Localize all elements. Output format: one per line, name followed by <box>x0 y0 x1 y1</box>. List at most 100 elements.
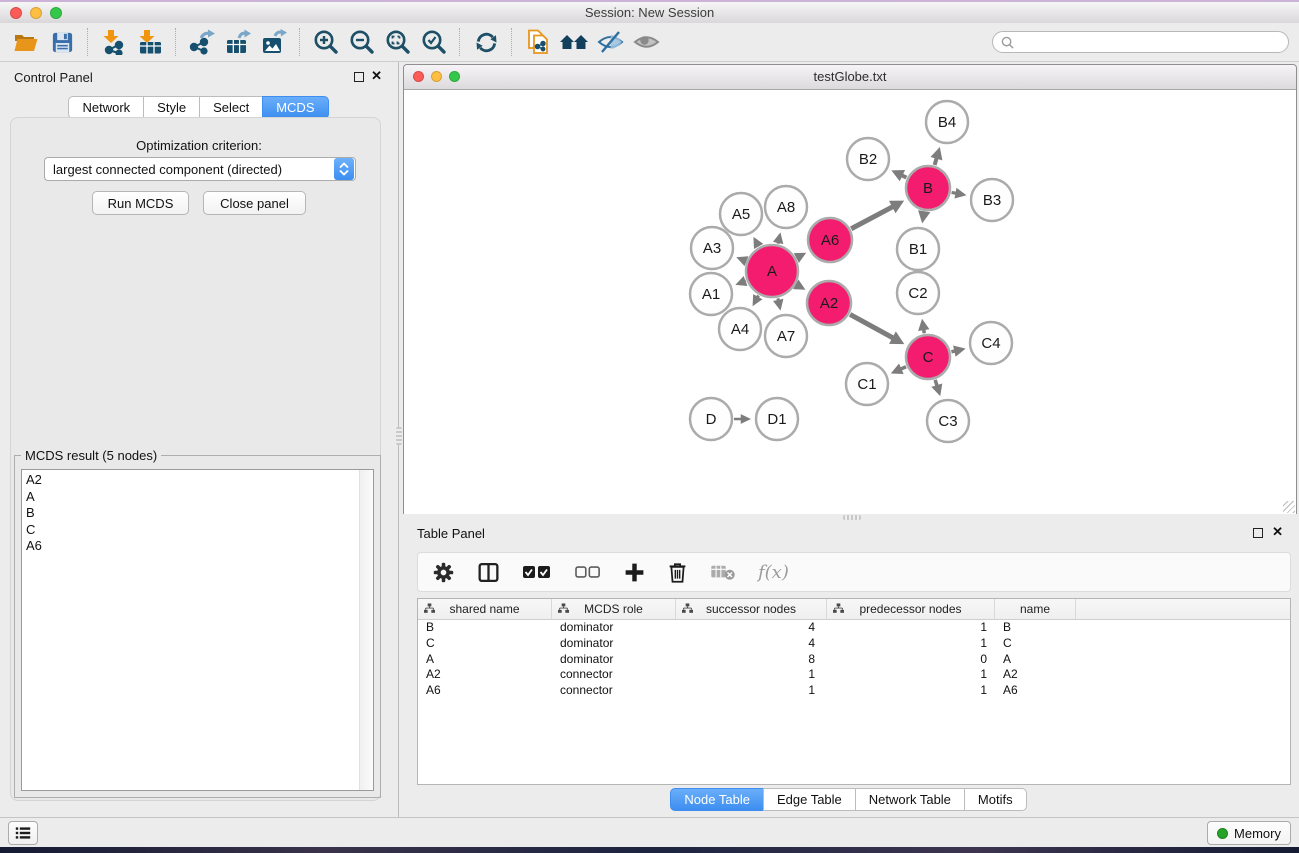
table-cell[interactable]: A6 <box>418 683 552 699</box>
table-row[interactable]: Cdominator41C <box>418 636 1290 652</box>
table-cell[interactable]: 4 <box>676 620 827 636</box>
column-header-name[interactable]: name <box>995 599 1076 619</box>
table-cell[interactable]: 8 <box>676 652 827 668</box>
clone-network-button[interactable] <box>520 26 556 58</box>
table-cell[interactable]: 0 <box>827 652 995 668</box>
table-cell[interactable]: A2 <box>995 667 1076 683</box>
table-cell[interactable]: A2 <box>418 667 552 683</box>
graph-edge-A6-B[interactable] <box>851 204 897 228</box>
delete-table-button[interactable] <box>710 563 736 581</box>
tab-network-table[interactable]: Network Table <box>855 788 965 811</box>
table-row[interactable]: Adominator80A <box>418 652 1290 668</box>
zoom-fit-button[interactable] <box>380 26 416 58</box>
table-row[interactable]: A2connector11A2 <box>418 667 1290 683</box>
function-builder-button[interactable]: f(x) <box>758 562 789 583</box>
table-header-row: shared name MCDS role <box>418 599 1290 620</box>
memory-button[interactable]: Memory <box>1207 821 1291 845</box>
table-cell[interactable]: B <box>995 620 1076 636</box>
table-cell[interactable]: dominator <box>552 620 676 636</box>
first-neighbors-button[interactable] <box>556 26 592 58</box>
refresh-view-button[interactable] <box>468 26 504 58</box>
tab-select[interactable]: Select <box>199 96 263 119</box>
save-session-button[interactable] <box>44 26 80 58</box>
table-cell[interactable]: connector <box>552 667 676 683</box>
zoom-out-button[interactable] <box>344 26 380 58</box>
export-network-button[interactable] <box>184 26 220 58</box>
tab-style[interactable]: Style <box>143 96 200 119</box>
tab-mcds[interactable]: MCDS <box>262 96 328 119</box>
splitter-handle-vertical[interactable] <box>396 427 402 445</box>
result-list-item[interactable]: A <box>26 489 373 506</box>
result-list-item[interactable]: A2 <box>26 472 373 489</box>
import-table-button[interactable] <box>132 26 168 58</box>
tab-motifs[interactable]: Motifs <box>964 788 1027 811</box>
export-image-button[interactable] <box>256 26 292 58</box>
table-cell[interactable]: A <box>418 652 552 668</box>
result-list-item[interactable]: B <box>26 505 373 522</box>
table-cell[interactable] <box>1076 620 1290 636</box>
import-network-button[interactable] <box>96 26 132 58</box>
task-history-button[interactable] <box>8 821 38 845</box>
table-row[interactable]: A6connector11A6 <box>418 683 1290 699</box>
close-table-panel-icon[interactable]: ✕ <box>1272 525 1283 539</box>
resize-grip[interactable] <box>1283 501 1295 513</box>
open-session-button[interactable] <box>8 26 44 58</box>
table-cell[interactable]: dominator <box>552 636 676 652</box>
export-table-button[interactable] <box>220 26 256 58</box>
table-row[interactable]: Bdominator41B <box>418 620 1290 636</box>
select-all-columns-button[interactable] <box>522 563 552 581</box>
column-header-shared-name[interactable]: shared name <box>418 599 552 619</box>
show-column-button[interactable] <box>477 561 500 584</box>
table-cell[interactable]: 1 <box>827 683 995 699</box>
tab-node-table[interactable]: Node Table <box>670 788 764 811</box>
table-cell[interactable]: C <box>418 636 552 652</box>
table-cell[interactable]: 1 <box>676 683 827 699</box>
zoom-in-button[interactable] <box>308 26 344 58</box>
table-cell[interactable]: C <box>995 636 1076 652</box>
hide-graphics-details-button[interactable] <box>592 26 628 58</box>
column-header-predecessor-nodes[interactable]: predecessor nodes <box>827 599 995 619</box>
zoom-selected-button[interactable] <box>416 26 452 58</box>
network-graph[interactable]: B4B2BB3A8A5A6A3B1AA1C2A2A4A7C4CC1C3DD1 <box>404 90 1296 514</box>
criterion-dropdown[interactable]: largest connected component (directed) <box>44 157 356 181</box>
mcds-result-list[interactable]: A2ABCA6 <box>21 469 374 791</box>
float-panel-icon[interactable] <box>354 72 364 82</box>
graph-node-label-A5: A5 <box>732 206 750 223</box>
result-list-item[interactable]: C <box>26 522 373 539</box>
table-cell[interactable]: B <box>418 620 552 636</box>
table-cell[interactable]: A6 <box>995 683 1076 699</box>
table-cell[interactable] <box>1076 683 1290 699</box>
table-cell[interactable]: 1 <box>676 667 827 683</box>
table-cell[interactable]: 1 <box>827 620 995 636</box>
column-header-mcds-role[interactable]: MCDS role <box>552 599 676 619</box>
table-options-button[interactable] <box>432 561 455 584</box>
run-mcds-button[interactable]: Run MCDS <box>92 191 189 215</box>
create-column-button[interactable] <box>624 562 645 583</box>
import-table-icon <box>137 29 163 55</box>
close-panel-icon[interactable]: ✕ <box>371 69 382 83</box>
table-cell[interactable] <box>1076 636 1290 652</box>
table-cell[interactable] <box>1076 652 1290 668</box>
unselect-all-columns-button[interactable] <box>574 564 602 580</box>
tab-network[interactable]: Network <box>68 96 144 119</box>
column-header-successor-nodes[interactable]: successor nodes <box>676 599 827 619</box>
table-cell[interactable]: connector <box>552 683 676 699</box>
network-canvas[interactable]: B4B2BB3A8A5A6A3B1AA1C2A2A4A7C4CC1C3DD1 <box>404 90 1296 514</box>
table-cell[interactable]: 4 <box>676 636 827 652</box>
close-panel-button[interactable]: Close panel <box>203 191 306 215</box>
result-list-scrollbar[interactable] <box>359 470 373 790</box>
node-table[interactable]: shared name MCDS role <box>417 598 1291 785</box>
tab-edge-table[interactable]: Edge Table <box>763 788 856 811</box>
result-list-item[interactable]: A6 <box>26 538 373 555</box>
graph-edge-A2-C[interactable] <box>850 314 897 340</box>
table-cell[interactable]: 1 <box>827 667 995 683</box>
desktop-background <box>0 847 1299 853</box>
table-cell[interactable]: A <box>995 652 1076 668</box>
delete-columns-button[interactable] <box>667 561 688 584</box>
table-cell[interactable]: dominator <box>552 652 676 668</box>
float-table-panel-icon[interactable] <box>1253 528 1263 538</box>
show-graphics-details-button[interactable] <box>628 26 664 58</box>
table-cell[interactable] <box>1076 667 1290 683</box>
search-input[interactable] <box>1019 34 1280 50</box>
table-cell[interactable]: 1 <box>827 636 995 652</box>
